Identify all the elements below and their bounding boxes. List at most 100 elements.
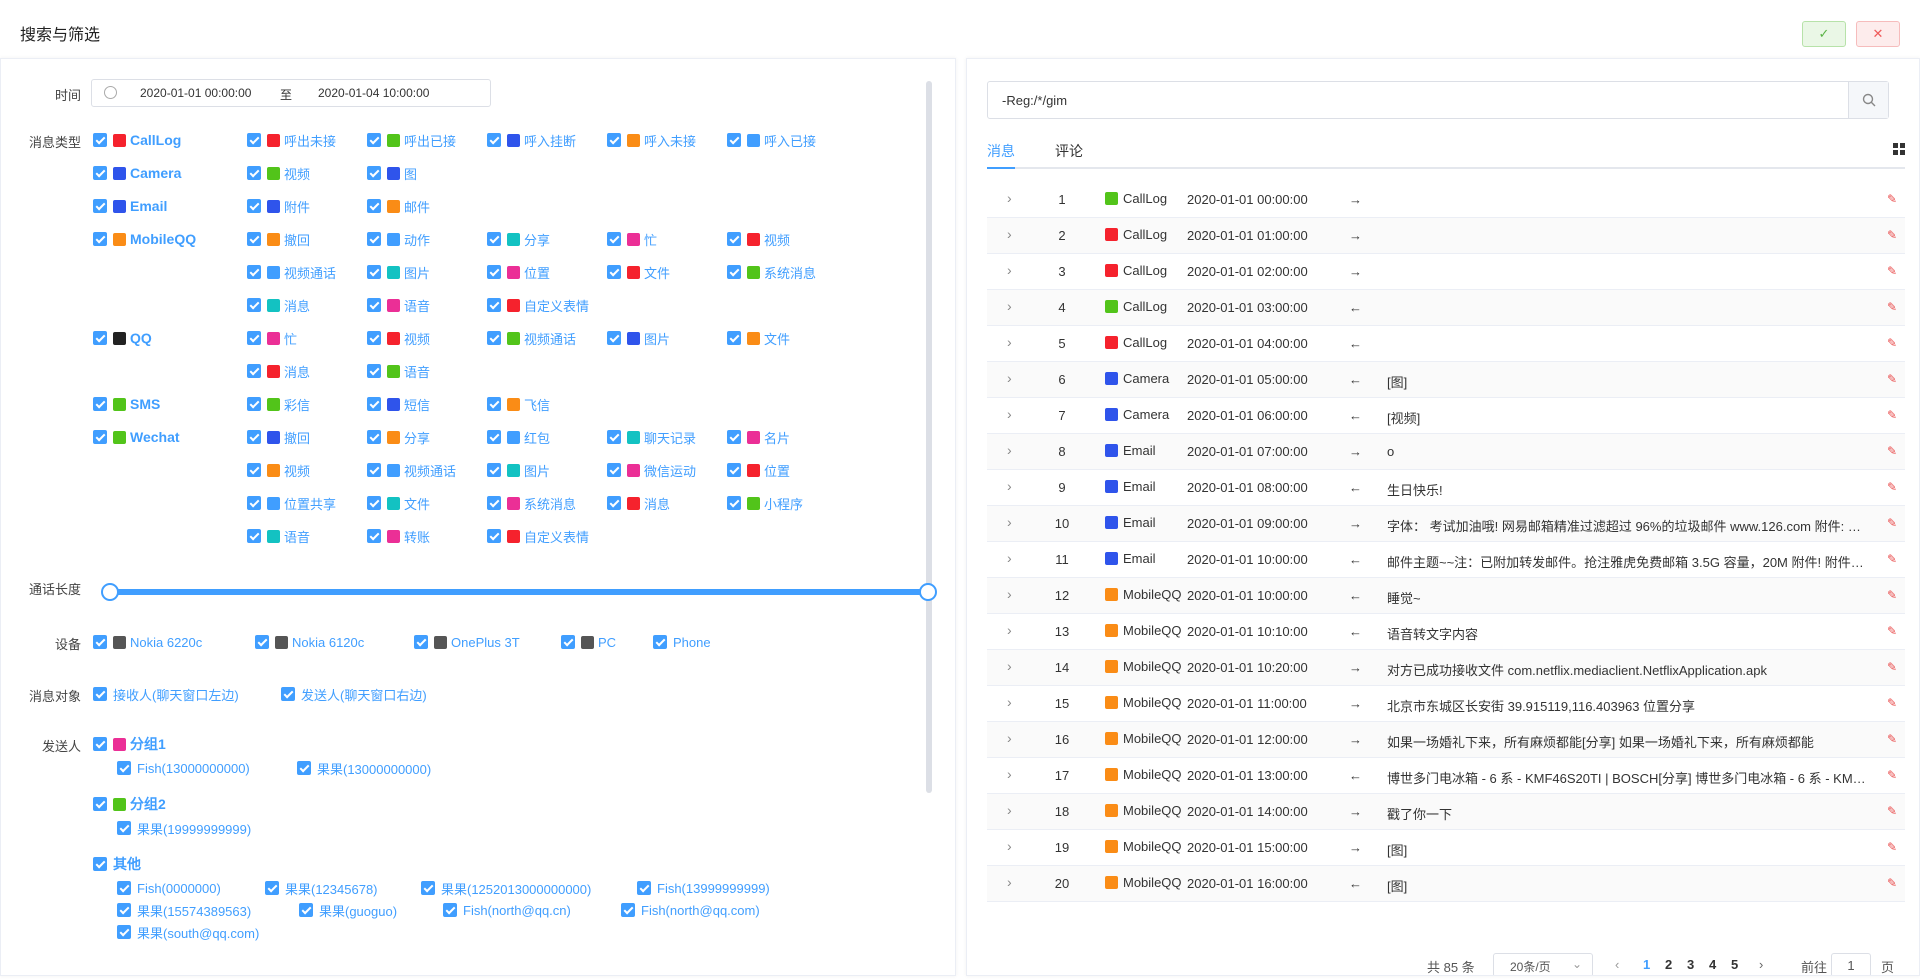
calllog-item-2-checkbox[interactable] [487,133,501,147]
edit-pen-icon[interactable]: ✎ [1887,192,1897,206]
app-camera[interactable]: Camera [113,164,181,182]
group-2-checkbox[interactable] [93,797,107,811]
group-other-member-2[interactable]: 果果(1252013000000000) [441,879,591,897]
expand-chevron-icon[interactable]: › [1007,730,1012,746]
grid-view-icon[interactable] [1893,143,1905,155]
edit-pen-icon[interactable]: ✎ [1887,588,1897,602]
edit-pen-icon[interactable]: ✎ [1887,264,1897,278]
mobileqq-item-3[interactable]: 忙 [627,230,657,248]
email-item-1[interactable]: 邮件 [387,197,430,215]
wechat-item-8-checkbox[interactable] [607,463,621,477]
table-row[interactable]: › 5 CallLog 2020-01-01 04:00:00 ← ✎ [987,326,1905,362]
app-mobileqq-checkbox[interactable] [93,232,107,246]
edit-pen-icon[interactable]: ✎ [1887,228,1897,242]
expand-chevron-icon[interactable]: › [1007,478,1012,494]
group-other-member-1[interactable]: 果果(12345678) [285,879,378,897]
qq-item-0-checkbox[interactable] [247,331,261,345]
wechat-item-7-checkbox[interactable] [487,463,501,477]
expand-chevron-icon[interactable]: › [1007,334,1012,350]
table-row[interactable]: › 15 MobileQQ 2020-01-01 11:00:00 → 北京市东城区长安街… [987,686,1905,722]
wechat-item-9[interactable]: 位置 [747,461,790,479]
table-row[interactable]: › 12 MobileQQ 2020-01-01 10:00:00 ← 睡觉~ ✎ [987,578,1905,614]
sms-item-2[interactable]: 飞信 [507,395,550,413]
wechat-item-3-checkbox[interactable] [607,430,621,444]
app-calllog-checkbox[interactable] [93,133,107,147]
edit-pen-icon[interactable]: ✎ [1887,336,1897,350]
tab-messages[interactable]: 消息 [987,141,1015,161]
device-1-checkbox[interactable] [255,635,269,649]
device-4[interactable]: Phone [673,633,711,651]
edit-pen-icon[interactable]: ✎ [1887,660,1897,674]
edit-pen-icon[interactable]: ✎ [1887,804,1897,818]
wechat-item-2-checkbox[interactable] [487,430,501,444]
mobileqq-item-10-checkbox[interactable] [247,298,261,312]
group-1-checkbox[interactable] [93,737,107,751]
mobileqq-item-2-checkbox[interactable] [487,232,501,246]
wechat-item-11[interactable]: 文件 [387,494,430,512]
mobileqq-item-4[interactable]: 视频 [747,230,790,248]
mobileqq-item-9[interactable]: 系统消息 [747,263,816,281]
expand-chevron-icon[interactable]: › [1007,298,1012,314]
qq-item-3-checkbox[interactable] [607,331,621,345]
calllog-item-2[interactable]: 呼入挂断 [507,131,576,149]
calllog-item-4[interactable]: 呼入已接 [747,131,816,149]
mobileqq-item-11[interactable]: 语音 [387,296,430,314]
group-other-member-0-checkbox[interactable] [117,881,131,895]
sms-item-0[interactable]: 彩信 [267,395,310,413]
expand-chevron-icon[interactable]: › [1007,838,1012,854]
sms-item-0-checkbox[interactable] [247,397,261,411]
page-2[interactable]: 2 [1665,957,1672,972]
edit-pen-icon[interactable]: ✎ [1887,552,1897,566]
mobileqq-item-5-checkbox[interactable] [247,265,261,279]
group-other-member-4[interactable]: 果果(15574389563) [137,901,251,919]
table-row[interactable]: › 8 Email 2020-01-01 07:00:00 → o ✎ [987,434,1905,470]
table-row[interactable]: › 1 CallLog 2020-01-01 00:00:00 → ✎ [987,182,1905,218]
edit-pen-icon[interactable]: ✎ [1887,480,1897,494]
expand-chevron-icon[interactable]: › [1007,370,1012,386]
sms-item-2-checkbox[interactable] [487,397,501,411]
wechat-item-5[interactable]: 视频 [267,461,310,479]
wechat-item-0[interactable]: 撤回 [267,428,310,446]
calllog-item-3[interactable]: 呼入未接 [627,131,696,149]
edit-pen-icon[interactable]: ✎ [1887,876,1897,890]
page-5[interactable]: 5 [1731,957,1738,972]
table-row[interactable]: › 10 Email 2020-01-01 09:00:00 → 字体： 考试加油哦! 网… [987,506,1905,542]
search-box[interactable] [987,81,1889,119]
device-3[interactable]: PC [581,633,616,651]
table-row[interactable]: › 2 CallLog 2020-01-01 01:00:00 → ✎ [987,218,1905,254]
group-2-member-0-checkbox[interactable] [117,821,131,835]
qq-item-0[interactable]: 忙 [267,329,297,347]
group-1-member-0[interactable]: Fish(13000000000) [137,759,250,777]
email-item-0-checkbox[interactable] [247,199,261,213]
group-other-member-1-checkbox[interactable] [265,881,279,895]
wechat-item-0-checkbox[interactable] [247,430,261,444]
edit-pen-icon[interactable]: ✎ [1887,696,1897,710]
qq-item-5[interactable]: 消息 [267,362,310,380]
confirm-button[interactable]: ✓ [1802,21,1846,47]
page-size-select[interactable]: 20条/页 ⌄ [1493,953,1593,975]
camera-item-1-checkbox[interactable] [367,166,381,180]
target-0-checkbox[interactable] [93,687,107,701]
group-other-member-8-checkbox[interactable] [117,925,131,939]
mobileqq-item-3-checkbox[interactable] [607,232,621,246]
group-1[interactable]: 分组1 [113,735,166,753]
table-row[interactable]: › 19 MobileQQ 2020-01-01 15:00:00 → [图] ✎ [987,830,1905,866]
mobileqq-item-0[interactable]: 撤回 [267,230,310,248]
device-1[interactable]: Nokia 6120c [275,633,364,651]
table-row[interactable]: › 9 Email 2020-01-01 08:00:00 ← 生日快乐! ✎ [987,470,1905,506]
wechat-item-3[interactable]: 聊天记录 [627,428,696,446]
wechat-item-9-checkbox[interactable] [727,463,741,477]
group-other-member-5[interactable]: 果果(guoguo) [319,901,397,919]
mobileqq-item-1[interactable]: 动作 [387,230,430,248]
expand-chevron-icon[interactable]: › [1007,874,1012,890]
edit-pen-icon[interactable]: ✎ [1887,732,1897,746]
qq-item-4-checkbox[interactable] [727,331,741,345]
mobileqq-item-5[interactable]: 视频通话 [267,263,336,281]
calllog-item-1-checkbox[interactable] [367,133,381,147]
search-input[interactable] [988,82,1850,118]
mobileqq-item-2[interactable]: 分享 [507,230,550,248]
camera-item-1[interactable]: 图 [387,164,417,182]
mobileqq-item-12-checkbox[interactable] [487,298,501,312]
mobileqq-item-12[interactable]: 自定义表情 [507,296,589,314]
app-calllog[interactable]: CallLog [113,131,181,149]
